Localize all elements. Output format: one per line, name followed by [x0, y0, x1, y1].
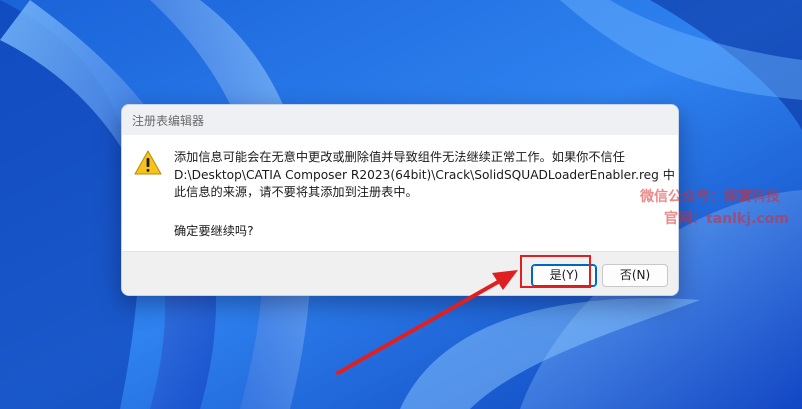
watermark-line: 官网：tanlkj.com: [664, 211, 789, 227]
watermark: 微信公众号：探篱科技 官网：tanlkj.com: [640, 186, 789, 230]
watermark-line: 微信公众号：探篱科技: [640, 189, 780, 205]
